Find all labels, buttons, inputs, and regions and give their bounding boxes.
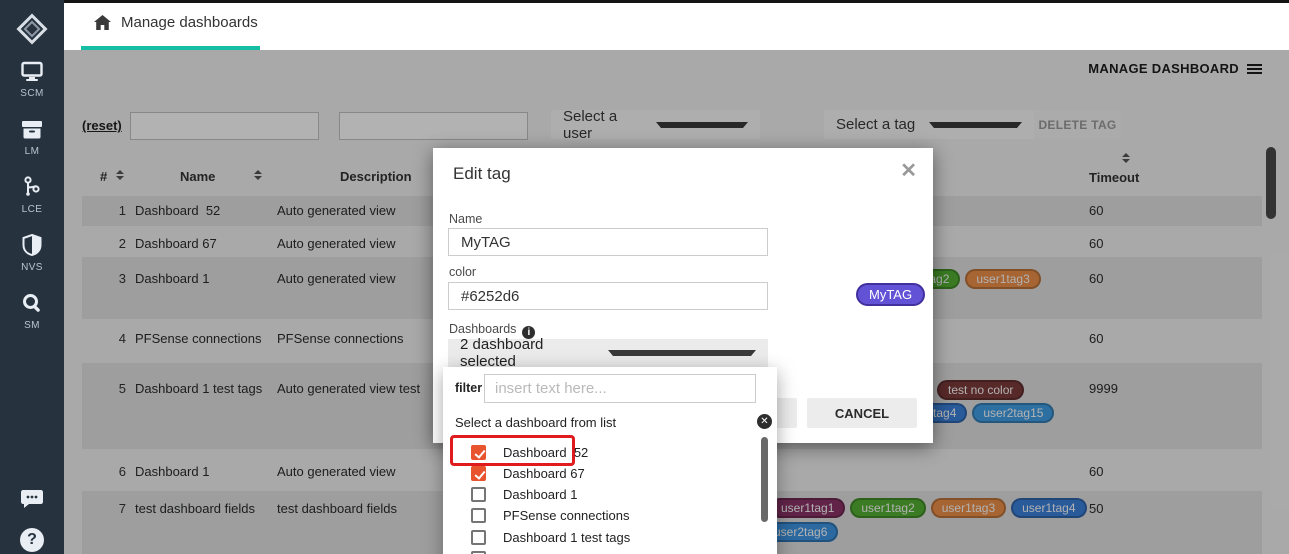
name-field-label: Name	[449, 212, 483, 226]
topbar: Manage dashboards	[64, 0, 1289, 50]
cancel-button[interactable]: CANCEL	[807, 398, 917, 428]
chat-icon	[20, 488, 44, 510]
dashboard-list-item-label: Dashboard 67	[503, 466, 585, 481]
dashboard-list-item-label: Dashboard 1	[503, 487, 578, 502]
clear-selection-icon[interactable]: ✕	[757, 414, 772, 429]
sidebar-nav: SCM LM LCE NVS SM	[0, 50, 64, 340]
sidebar: SCM LM LCE NVS SM ?	[0, 0, 64, 554]
sidebar-item-label: LCE	[21, 204, 43, 215]
checkbox[interactable]	[471, 445, 486, 460]
dashboards-select-dropdown[interactable]: 2 dashboard selected	[448, 336, 768, 370]
dashboard-list-item-label: Dashboard 1 test tags	[503, 530, 631, 545]
app-logo-icon[interactable]	[0, 8, 64, 50]
checkbox[interactable]	[471, 466, 486, 481]
archive-icon	[21, 117, 43, 141]
list-label: Select a dashboard from list	[455, 415, 617, 430]
sidebar-item-label: LM	[24, 146, 40, 157]
sidebar-item-label: SCM	[20, 88, 44, 99]
sidebar-item-sm[interactable]: SM	[0, 282, 64, 340]
breadcrumb-label: Manage dashboards	[121, 14, 258, 31]
chevron-down-icon	[608, 350, 756, 356]
dashboard-list-item[interactable]: Dashboard 1 test tags	[443, 530, 743, 551]
sidebar-item-label: SM	[24, 320, 40, 331]
sidebar-item-lce[interactable]: LCE	[0, 166, 64, 224]
tag-color-input[interactable]	[448, 282, 768, 310]
sidebar-item-lm[interactable]: LM	[0, 108, 64, 166]
shield-icon	[22, 233, 42, 257]
monitor-icon	[21, 59, 43, 83]
color-field-label: color	[449, 265, 477, 279]
dashboard-list-item[interactable]: PFSense connections	[443, 508, 743, 529]
help-icon: ?	[20, 528, 44, 552]
branch-icon	[22, 175, 42, 199]
sidebar-item-scm[interactable]: SCM	[0, 50, 64, 108]
checkbox[interactable]	[471, 508, 486, 523]
window-top-edge	[64, 0, 1289, 3]
dashboard-select-panel: filter Select a dashboard from list ✕ Da…	[443, 367, 777, 554]
dashboard-list-item-label: Dashboard 52	[503, 445, 589, 460]
dashboard-list-item[interactable]: Dashboard 67	[443, 466, 743, 487]
dashboard-list-item[interactable]: Dashboard 52	[443, 445, 743, 466]
breadcrumb[interactable]: Manage dashboards	[94, 14, 258, 31]
search-icon	[22, 291, 43, 315]
modal-title: Edit tag	[453, 164, 511, 183]
sidebar-item-chat[interactable]	[0, 488, 64, 510]
dashboards-select-value: 2 dashboard selected	[460, 336, 544, 370]
home-icon	[94, 15, 111, 30]
dashboard-filter-input[interactable]	[484, 374, 756, 403]
tag-name-input[interactable]	[448, 228, 768, 256]
diamond-logo-shape	[16, 13, 48, 45]
close-icon[interactable]: ✕	[900, 158, 917, 183]
list-scrollbar-thumb[interactable]	[761, 437, 768, 522]
sidebar-item-label: NVS	[21, 262, 43, 273]
dashboard-list-item[interactable]: Dashboard 1	[443, 487, 743, 508]
dashboard-list-item-label: PFSense connections	[503, 508, 630, 523]
sidebar-item-help[interactable]: ?	[0, 528, 64, 552]
sidebar-item-nvs[interactable]: NVS	[0, 224, 64, 282]
tag-preview-badge: MyTAG	[856, 283, 926, 306]
filter-label: filter	[455, 381, 483, 395]
checkbox[interactable]	[471, 487, 486, 502]
checkbox[interactable]	[471, 530, 486, 545]
